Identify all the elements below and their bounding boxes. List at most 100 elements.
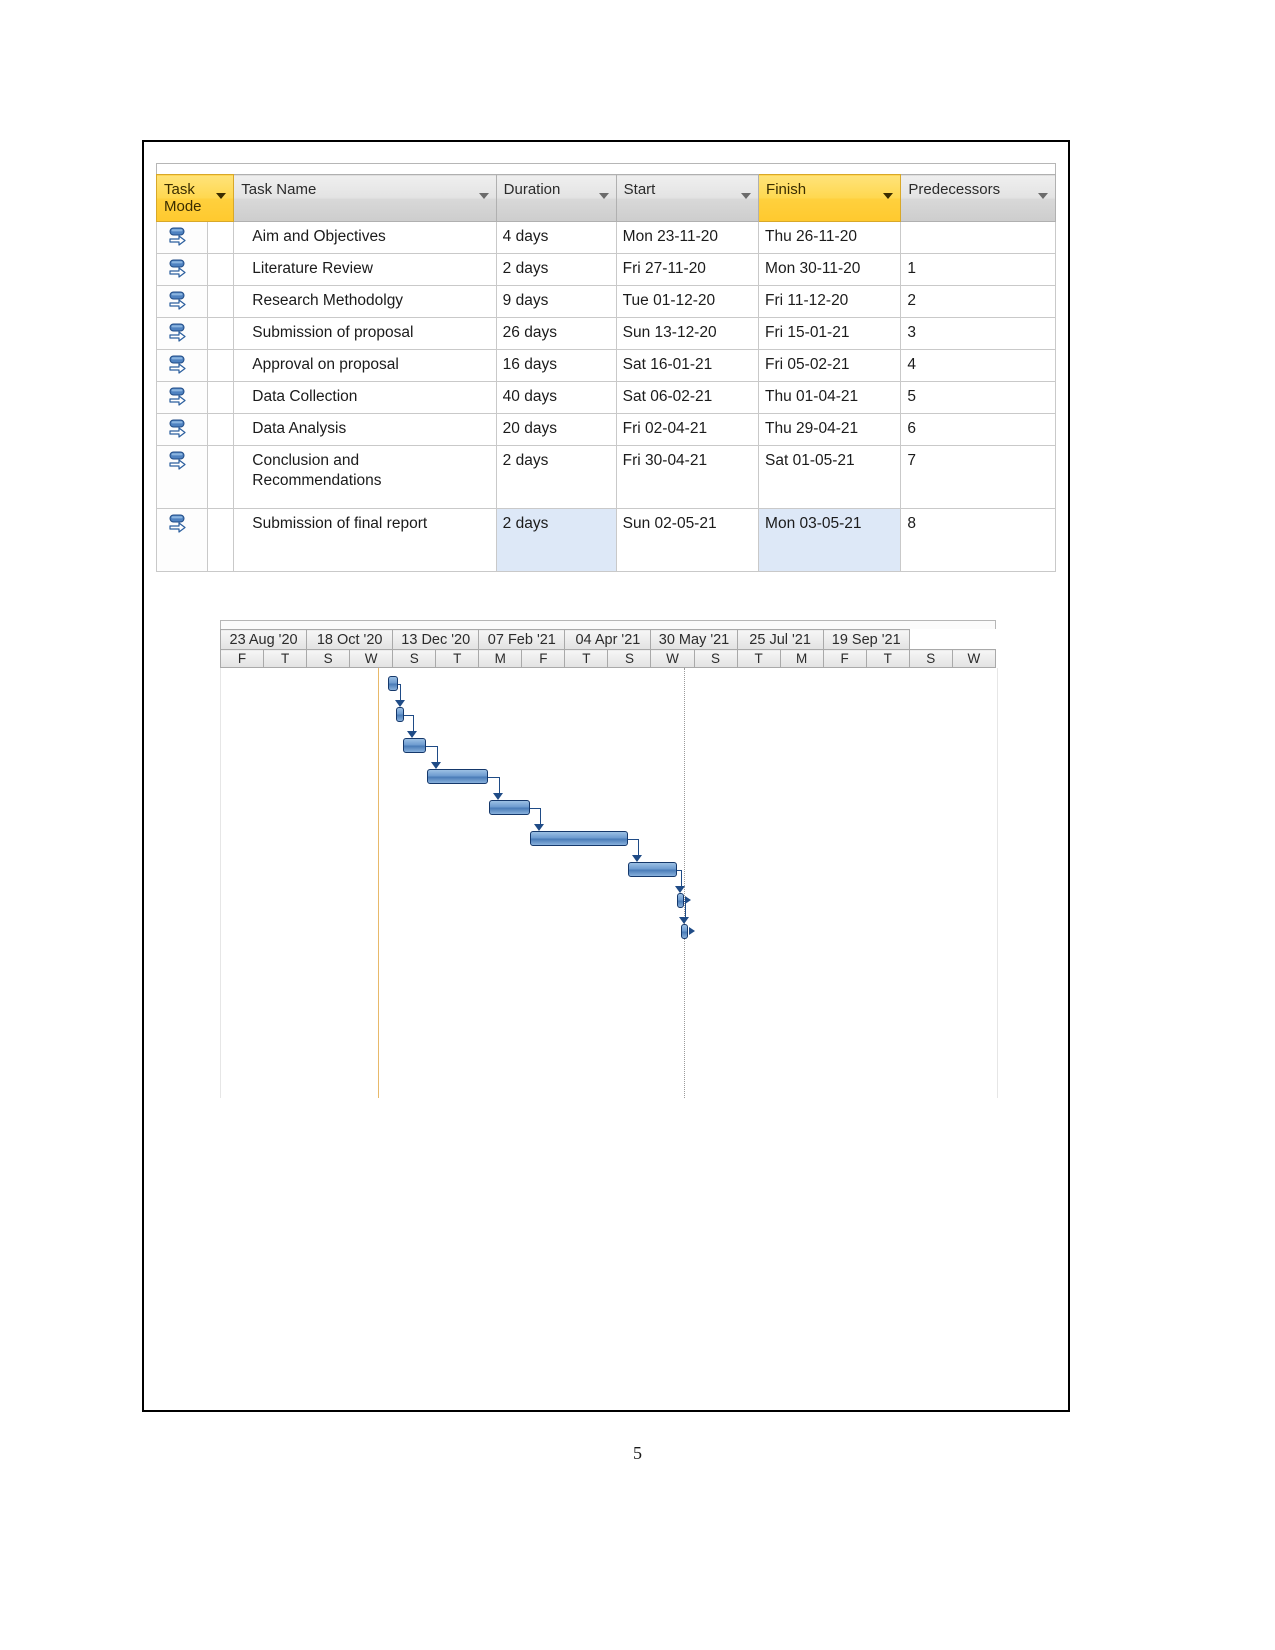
chevron-down-icon[interactable]: [598, 193, 609, 199]
cell-duration[interactable]: 2 days: [495, 253, 617, 286]
chevron-down-icon[interactable]: [478, 193, 489, 199]
column-header-task-mode[interactable]: Task Mode: [155, 174, 235, 222]
cell-task-mode[interactable]: [156, 381, 208, 414]
cell-name[interactable]: Approval on proposal: [233, 349, 497, 382]
cell-predecessors[interactable]: 7: [900, 445, 1056, 509]
cell-start[interactable]: Sun 02-05-21: [615, 508, 760, 572]
cell-task-mode[interactable]: [156, 253, 208, 286]
table-row[interactable]: Data Collection 40 days Sat 06-02-21 Thu 01…: [156, 381, 1056, 414]
table-row[interactable]: Conclusion and Recommendations 2 days Fri …: [156, 445, 1056, 509]
cell-task-mode[interactable]: [156, 349, 208, 382]
chevron-down-icon[interactable]: [216, 193, 227, 199]
table-row[interactable]: Data Analysis 20 days Fri 02-04-21 Thu 29-0…: [156, 413, 1056, 446]
cell-indicator: [206, 317, 235, 350]
cell-finish[interactable]: Mon 03-05-21: [758, 508, 902, 572]
cell-finish[interactable]: Fri 05-02-21: [758, 349, 902, 382]
cell-name-text: Conclusion and Recommendations: [252, 452, 382, 489]
cell-finish[interactable]: Thu 29-04-21: [758, 413, 902, 446]
cell-duration[interactable]: 4 days: [495, 221, 617, 254]
cell-predecessors[interactable]: 5: [900, 381, 1056, 414]
cell-start[interactable]: Sat 06-02-21: [615, 381, 760, 414]
timescale-day-cell: F: [822, 649, 867, 668]
gantt-bar[interactable]: [677, 893, 685, 908]
cell-name[interactable]: Submission of final report: [233, 508, 497, 572]
cell-name[interactable]: Research Methodolgy: [233, 285, 497, 318]
cell-finish[interactable]: Fri 15-01-21: [758, 317, 902, 350]
cell-finish[interactable]: Sat 01-05-21: [758, 445, 902, 509]
table-row[interactable]: Submission of proposal 26 days Sun 13-12-2…: [156, 317, 1056, 350]
gantt-bar[interactable]: [387, 676, 398, 691]
cell-duration[interactable]: 2 days: [495, 508, 617, 572]
cell-duration-text: 20 days: [502, 420, 557, 437]
auto-scheduled-icon: [169, 323, 186, 342]
cell-task-mode[interactable]: [156, 445, 208, 509]
cell-name[interactable]: Literature Review: [233, 253, 497, 286]
cell-name[interactable]: Submission of proposal: [233, 317, 497, 350]
table-row[interactable]: Submission of final report 2 days Sun 02-0…: [156, 508, 1056, 572]
column-header-task-name[interactable]: Task Name: [233, 174, 497, 222]
table-row[interactable]: Aim and Objectives 4 days Mon 23-11-20 Thu …: [156, 221, 1056, 254]
cell-predecessors[interactable]: 2: [900, 285, 1056, 318]
gantt-bar[interactable]: [681, 924, 689, 939]
cell-finish[interactable]: Fri 11-12-20: [758, 285, 902, 318]
column-header-duration[interactable]: Duration: [495, 174, 617, 222]
cell-finish[interactable]: Thu 26-11-20: [758, 221, 902, 254]
cell-finish[interactable]: Thu 01-04-21: [758, 381, 902, 414]
cell-task-mode[interactable]: [156, 317, 208, 350]
cell-predecessors[interactable]: 6: [900, 413, 1056, 446]
chevron-down-icon[interactable]: [1038, 193, 1048, 199]
cell-predecessors[interactable]: 1: [900, 253, 1056, 286]
cell-task-mode[interactable]: [156, 221, 208, 254]
cell-name[interactable]: Conclusion and Recommendations: [233, 445, 497, 509]
cell-task-mode[interactable]: [156, 413, 208, 446]
cell-predecessors[interactable]: 3: [900, 317, 1056, 350]
gantt-bar[interactable]: [627, 862, 678, 877]
cell-duration[interactable]: 9 days: [495, 285, 617, 318]
cell-predecessors[interactable]: 8: [900, 508, 1056, 572]
gantt-bar[interactable]: [488, 800, 530, 815]
cell-duration[interactable]: 20 days: [495, 413, 617, 446]
auto-scheduled-icon: [169, 387, 186, 406]
cell-predecessors[interactable]: 4: [900, 349, 1056, 382]
column-header-predecessors[interactable]: Predecessors: [900, 174, 1056, 222]
cell-name[interactable]: Aim and Objectives: [233, 221, 497, 254]
cell-duration[interactable]: 16 days: [495, 349, 617, 382]
auto-scheduled-icon: [169, 227, 186, 246]
timescale-day-cell: F: [521, 649, 566, 668]
cell-start[interactable]: Tue 01-12-20: [615, 285, 760, 318]
cell-start-text: Fri 27-11-20: [622, 260, 706, 277]
gantt-bar[interactable]: [426, 769, 488, 784]
column-header-predecessors-label: Predecessors: [908, 181, 1001, 198]
column-header-finish[interactable]: Finish: [758, 174, 902, 222]
cell-duration[interactable]: 40 days: [495, 381, 617, 414]
table-row[interactable]: Approval on proposal 16 days Sat 16-01-21 F…: [156, 349, 1056, 382]
cell-start[interactable]: Sun 13-12-20: [615, 317, 760, 350]
cell-start[interactable]: Fri 30-04-21: [615, 445, 760, 509]
cell-task-mode[interactable]: [156, 285, 208, 318]
cell-start[interactable]: Mon 23-11-20: [615, 221, 760, 254]
cell-duration[interactable]: 2 days: [495, 445, 617, 509]
cell-predecessors[interactable]: [900, 221, 1056, 254]
table-row[interactable]: Research Methodolgy 9 days Tue 01-12-20 Fri…: [156, 285, 1056, 318]
cell-name[interactable]: Data Collection: [233, 381, 497, 414]
dependency-link: [529, 807, 540, 809]
cell-task-mode[interactable]: [156, 508, 208, 572]
gantt-bar[interactable]: [529, 831, 628, 846]
cell-duration[interactable]: 26 days: [495, 317, 617, 350]
cell-name[interactable]: Data Analysis: [233, 413, 497, 446]
cell-start[interactable]: Sat 16-01-21: [615, 349, 760, 382]
cell-indicator: [206, 285, 235, 318]
chevron-down-icon[interactable]: [741, 193, 752, 199]
table-row[interactable]: Literature Review 2 days Fri 27-11-20 Mon 3…: [156, 253, 1056, 286]
cell-duration-text: 16 days: [502, 356, 557, 373]
gantt-bar[interactable]: [402, 738, 426, 753]
cell-start[interactable]: Fri 27-11-20: [615, 253, 760, 286]
timescale-period-row: 23 Aug '20 18 Oct '20 13 Dec '20 07 Feb '21…: [219, 629, 996, 650]
dependency-link: [637, 838, 639, 856]
gantt-bar[interactable]: [396, 707, 405, 722]
dependency-arrow-icon: [534, 824, 545, 831]
column-header-start[interactable]: Start: [615, 174, 760, 222]
cell-start[interactable]: Fri 02-04-21: [615, 413, 760, 446]
cell-finish[interactable]: Mon 30-11-20: [758, 253, 902, 286]
chevron-down-icon[interactable]: [883, 193, 894, 199]
